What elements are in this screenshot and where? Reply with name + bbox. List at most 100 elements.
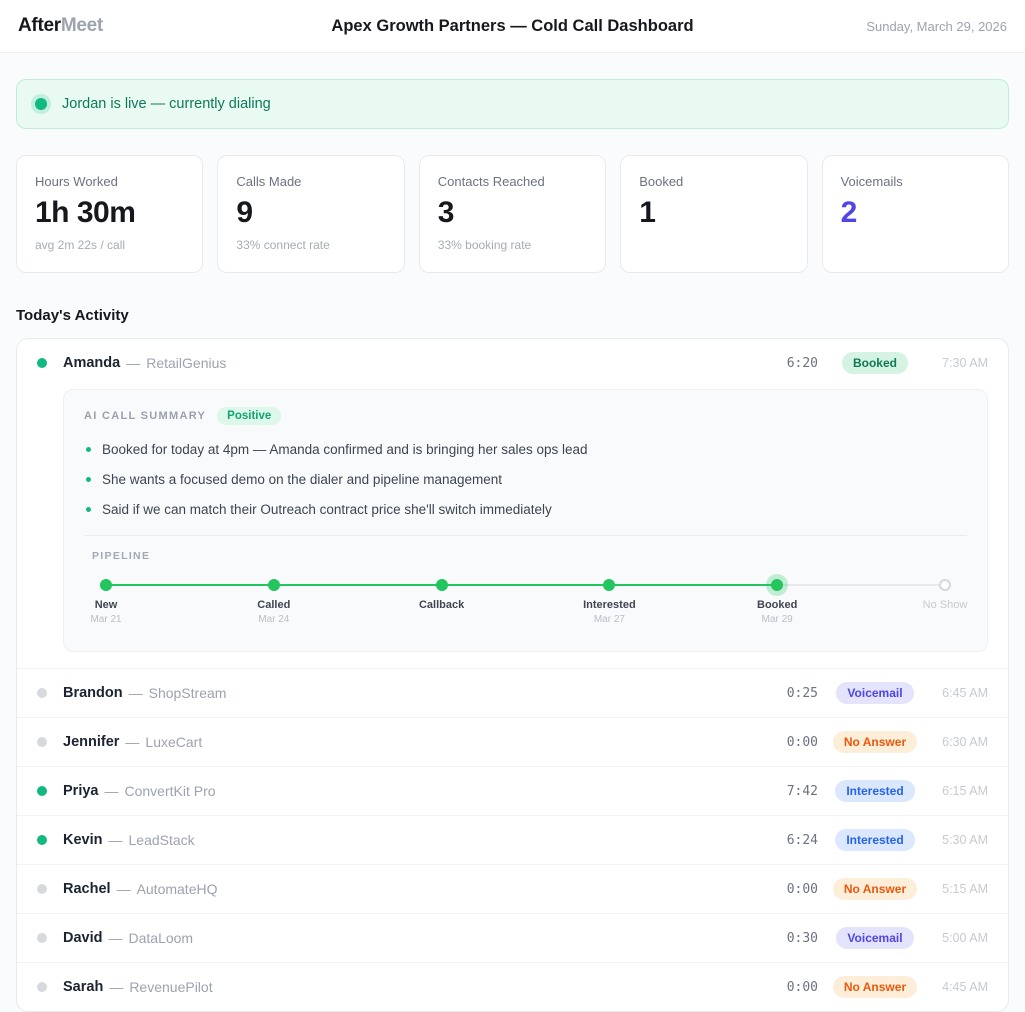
status-badge-column: Voicemail	[828, 927, 922, 949]
status-badge: Interested	[835, 829, 914, 851]
contact-name: Kevin	[63, 832, 103, 848]
company-name: AutomateHQ	[137, 881, 218, 897]
sentiment-badge: Positive	[217, 407, 281, 425]
bullet-dot-icon	[86, 507, 91, 512]
summary-bullet-list: Booked for today at 4pm — Amanda confirm…	[84, 442, 967, 517]
contact-name: Sarah	[63, 979, 103, 995]
call-duration: 7:42	[772, 784, 818, 799]
call-time: 5:30 AM	[932, 833, 988, 847]
pipeline-stage-called: CalledMar 24	[226, 579, 322, 626]
activity-row-wrap: Amanda—RetailGenius6:20Booked7:30 AM AI C…	[17, 339, 1008, 652]
app-logo-bold: After	[18, 15, 61, 36]
stage-date: Mar 29	[762, 614, 793, 626]
activity-row[interactable]: Priya—ConvertKit Pro7:42Interested6:15 A…	[17, 767, 1008, 815]
top-bar: AfterMeet Apex Growth Partners — Cold Ca…	[0, 0, 1025, 53]
status-badge: No Answer	[833, 976, 917, 998]
stat-card-calls-made: Calls Made 9 33% connect rate	[217, 155, 404, 273]
name-company-separator: —	[117, 881, 131, 897]
status-badge-column: Interested	[828, 780, 922, 802]
stat-label: Voicemails	[841, 174, 990, 189]
activity-row[interactable]: Amanda—RetailGenius6:20Booked7:30 AM	[17, 339, 1008, 387]
activity-row-wrap: Brandon — ShopStream 0:25 Voicemail 6:45 AM	[17, 668, 1008, 717]
app-logo-light: Meet	[61, 15, 103, 36]
stage-dot	[771, 579, 783, 591]
name-company-separator: —	[109, 930, 123, 946]
stat-sublabel: 33% connect rate	[236, 238, 385, 252]
stage-name: Callback	[419, 599, 464, 611]
status-badge: Voicemail	[836, 682, 913, 704]
stage-name: Called	[257, 599, 290, 611]
pipeline-stage-booked: Booked Mar 29	[729, 579, 825, 626]
connected-dot	[37, 358, 47, 368]
app-logo: AfterMeet	[18, 15, 103, 37]
stat-label: Hours Worked	[35, 174, 184, 189]
main-content: Jordan is live — currently dialing Hours…	[0, 79, 1025, 1012]
call-duration: 0:25	[772, 686, 818, 701]
stage-name: New	[95, 599, 118, 611]
status-badge-column: Booked	[828, 352, 922, 374]
activity-row-wrap: Kevin—LeadStack6:24Interested5:30 AM	[17, 815, 1008, 864]
contact-name: David	[63, 930, 103, 946]
not-connected-dot	[37, 884, 47, 894]
stats-grid: Hours Worked 1h 30m avg 2m 22s / call Calls…	[16, 155, 1009, 273]
status-badge-column: No Answer	[828, 731, 922, 753]
stat-card-contacts-reached: Contacts Reached333% booking rate	[419, 155, 606, 273]
stage-dot	[603, 579, 615, 591]
stat-value: 1h 30m	[35, 196, 184, 230]
name-company-separator: —	[109, 979, 123, 995]
stat-card-hours-worked: Hours Worked 1h 30m avg 2m 22s / call	[16, 155, 203, 273]
summary-title: AI CALL SUMMARY	[84, 410, 206, 422]
activity-row[interactable]: Jennifer—LuxeCart0:00No Answer6:30 AM	[17, 718, 1008, 766]
connected-dot	[37, 835, 47, 845]
stage-name: No Show	[923, 599, 968, 611]
activity-row[interactable]: Sarah—RevenuePilot0:00No Answer4:45 AM	[17, 963, 1008, 1011]
activity-row-wrap: Priya—ConvertKit Pro7:42Interested6:15 A…	[17, 766, 1008, 815]
call-time: 6:15 AM	[932, 784, 988, 798]
call-time: 6:30 AM	[932, 735, 988, 749]
stat-label: Contacts Reached	[438, 174, 587, 189]
pipeline-track: NewMar 21CalledMar 24CallbackInterestedM…	[106, 579, 945, 637]
activity-row[interactable]: Brandon — ShopStream 0:25 Voicemail 6:45 AM	[17, 669, 1008, 717]
pipeline-stage-callback: Callback	[394, 579, 490, 626]
section-heading: Today's Activity	[16, 307, 1009, 324]
activity-row[interactable]: David—DataLoom0:30Voicemail5:00 AM	[17, 914, 1008, 962]
stat-value: 9	[236, 196, 385, 230]
status-badge: Interested	[835, 780, 914, 802]
summary-bullet: Booked for today at 4pm — Amanda confirm…	[84, 442, 967, 457]
activity-row-wrap: Jennifer—LuxeCart0:00No Answer6:30 AM	[17, 717, 1008, 766]
name-company-separator: —	[129, 685, 143, 701]
stat-label: Calls Made	[236, 174, 385, 189]
not-connected-dot	[37, 933, 47, 943]
status-badge: Booked	[842, 352, 908, 374]
call-time: 6:45 AM	[932, 686, 988, 700]
not-connected-dot	[37, 982, 47, 992]
call-duration: 0:30	[772, 931, 818, 946]
company-name: ConvertKit Pro	[124, 783, 215, 799]
header-date: Sunday, March 29, 2026	[866, 19, 1007, 34]
stat-value: 1	[639, 196, 788, 230]
company-name: RevenuePilot	[129, 979, 212, 995]
stat-sublabel: avg 2m 22s / call	[35, 238, 184, 252]
name-company-separator: —	[104, 783, 118, 799]
stat-card-booked: Booked 1	[620, 155, 807, 273]
stat-value: 3	[438, 196, 587, 230]
live-status-text: Jordan is live — currently dialing	[62, 96, 271, 112]
stat-value: 2	[841, 196, 990, 230]
status-badge: Voicemail	[836, 927, 913, 949]
stat-label: Booked	[639, 174, 788, 189]
activity-row-wrap: Rachel—AutomateHQ0:00No Answer5:15 AM	[17, 864, 1008, 913]
activity-row[interactable]: Kevin—LeadStack6:24Interested5:30 AM	[17, 816, 1008, 864]
name-company-separator: —	[125, 734, 139, 750]
call-duration: 0:00	[772, 882, 818, 897]
contact-name: Brandon	[63, 685, 123, 701]
company-name: ShopStream	[149, 685, 227, 701]
summary-header: AI CALL SUMMARY Positive	[84, 407, 967, 425]
stage-name: Booked	[757, 599, 797, 611]
activity-row-wrap: David—DataLoom0:30Voicemail5:00 AM	[17, 913, 1008, 962]
page-title: Apex Growth Partners — Cold Call Dashboa…	[331, 17, 693, 36]
not-connected-dot	[37, 737, 47, 747]
activity-row[interactable]: Rachel—AutomateHQ0:00No Answer5:15 AM	[17, 865, 1008, 913]
status-badge-column: Voicemail	[828, 682, 922, 704]
stage-name: Interested	[583, 599, 636, 611]
status-badge: No Answer	[833, 731, 917, 753]
